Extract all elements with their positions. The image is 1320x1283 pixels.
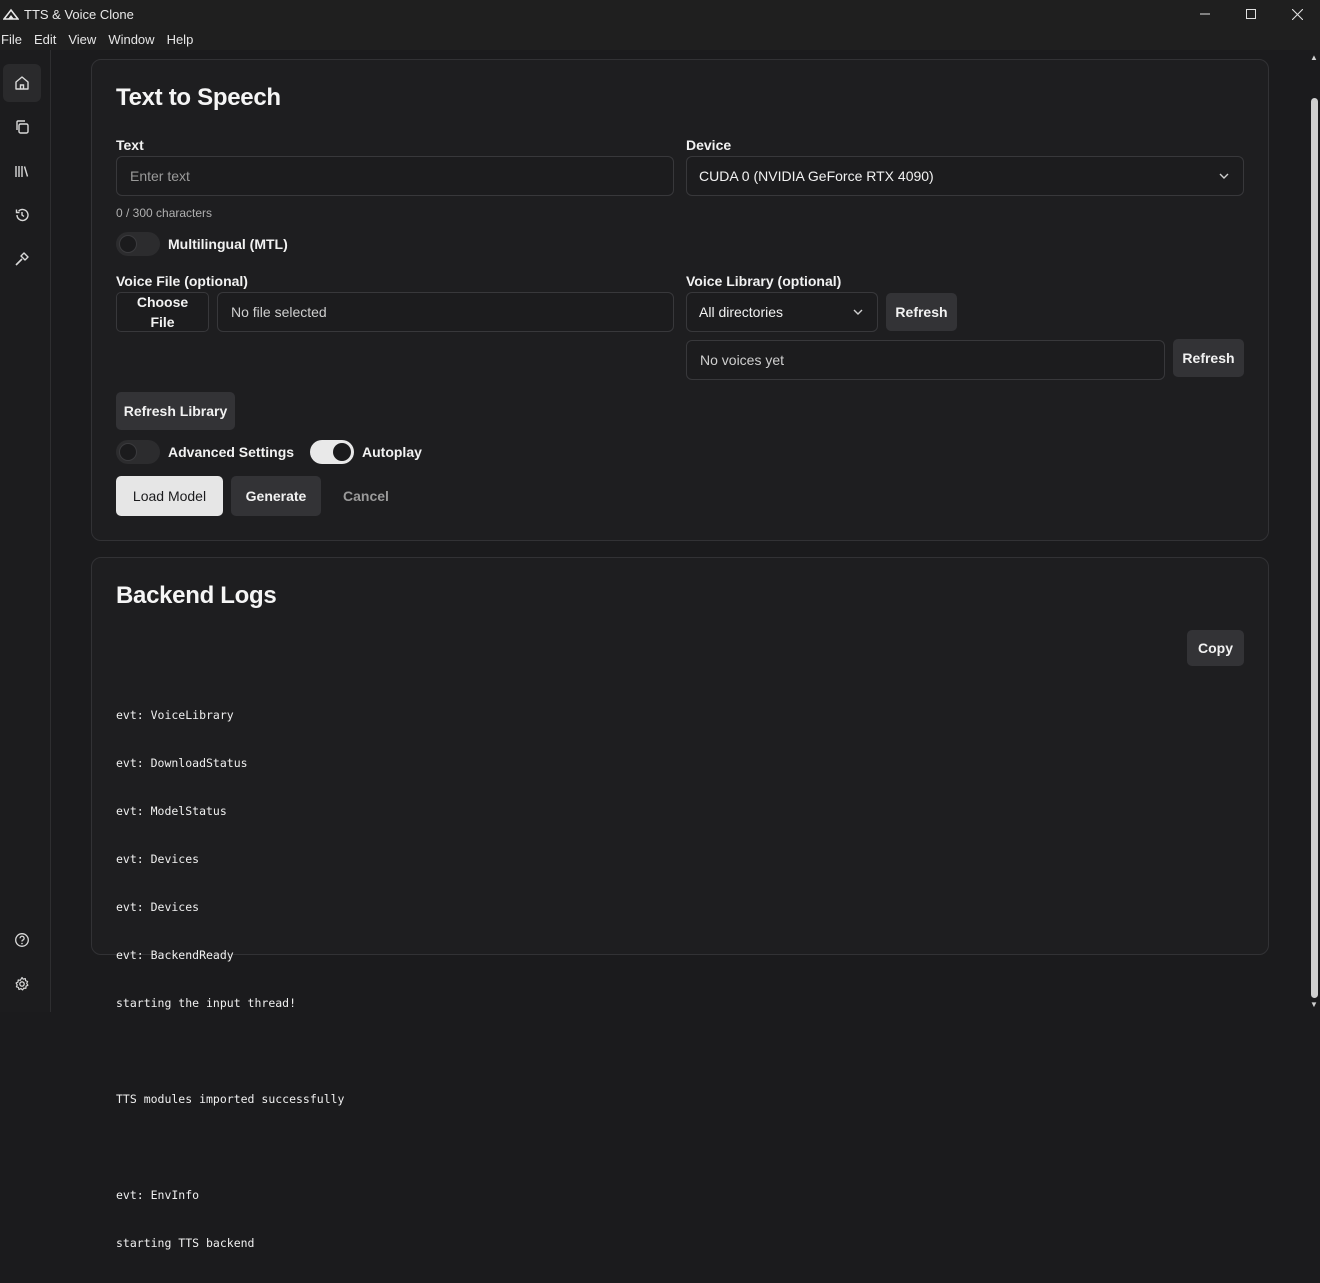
load-model-button[interactable]: Load Model <box>116 476 223 516</box>
scrollbar[interactable]: ▲ ▼ <box>1309 50 1320 1012</box>
multilingual-label: Multilingual (MTL) <box>168 236 288 252</box>
tts-title: Text to Speech <box>116 84 281 112</box>
tts-card: Text to Speech Text Enter text 0 / 300 c… <box>91 59 1269 541</box>
minimize-button[interactable] <box>1182 0 1228 28</box>
device-select[interactable]: CUDA 0 (NVIDIA GeForce RTX 4090) <box>686 156 1244 196</box>
maximize-button[interactable] <box>1228 0 1274 28</box>
scroll-down-icon[interactable]: ▼ <box>1310 1000 1318 1009</box>
menu-file[interactable]: File <box>1 32 28 47</box>
log-line: starting TTS backend <box>116 1235 344 1251</box>
directory-value: All directories <box>699 304 783 320</box>
main-content: Text to Speech Text Enter text 0 / 300 c… <box>51 50 1309 1012</box>
sidebar-history-button[interactable] <box>3 196 41 234</box>
logs-title: Backend Logs <box>116 582 276 610</box>
help-icon <box>14 932 30 948</box>
title-bar: TTS & Voice Clone <box>0 0 1320 28</box>
log-line: evt: BackendReady <box>116 947 344 963</box>
autoplay-toggle[interactable] <box>310 440 354 464</box>
history-icon <box>14 207 30 223</box>
settings-icon <box>14 976 30 992</box>
window-controls <box>1182 0 1320 28</box>
menu-help[interactable]: Help <box>167 32 200 47</box>
voices-select[interactable]: No voices yet <box>686 340 1165 380</box>
sidebar-settings-button[interactable] <box>3 965 41 1003</box>
log-line: evt: Devices <box>116 899 344 915</box>
refresh-library-button[interactable]: Refresh Library <box>116 392 235 430</box>
log-line <box>116 1043 344 1059</box>
home-icon <box>14 75 30 91</box>
menu-bar: File Edit View Window Help <box>0 28 1320 50</box>
scroll-thumb[interactable] <box>1311 98 1318 998</box>
copy-icon <box>14 119 30 135</box>
multilingual-toggle[interactable] <box>116 232 160 256</box>
choose-file-button[interactable]: Choose File <box>116 292 209 332</box>
device-value: CUDA 0 (NVIDIA GeForce RTX 4090) <box>699 168 934 184</box>
log-line: starting the input thread! <box>116 995 344 1011</box>
char-count: 0 / 300 characters <box>116 206 212 220</box>
log-line: evt: DownloadStatus <box>116 755 344 771</box>
scroll-up-icon[interactable]: ▲ <box>1310 53 1318 62</box>
sidebar <box>0 50 51 1012</box>
app-logo-icon <box>2 5 20 23</box>
log-line: evt: VoiceLibrary <box>116 707 344 723</box>
maximize-icon <box>1246 9 1256 19</box>
chevron-down-icon <box>1217 169 1231 183</box>
advanced-settings-toggle[interactable] <box>116 440 160 464</box>
text-label: Text <box>116 137 144 153</box>
library-icon <box>14 163 30 179</box>
generate-button[interactable]: Generate <box>231 476 321 516</box>
menu-view[interactable]: View <box>68 32 102 47</box>
log-line <box>116 1139 344 1155</box>
close-button[interactable] <box>1274 0 1320 28</box>
sidebar-help-button[interactable] <box>3 921 41 959</box>
minimize-icon <box>1200 9 1210 19</box>
sidebar-library-button[interactable] <box>3 152 41 190</box>
chevron-down-icon <box>851 305 865 319</box>
logs-card: Backend Logs Copy evt: VoiceLibrary evt:… <box>91 557 1269 955</box>
log-line: evt: Devices <box>116 851 344 867</box>
close-icon <box>1292 9 1303 20</box>
window-title: TTS & Voice Clone <box>24 7 134 22</box>
log-line: evt: ModelStatus <box>116 803 344 819</box>
refresh-directories-button[interactable]: Refresh <box>886 293 957 331</box>
menu-window[interactable]: Window <box>108 32 160 47</box>
log-output: evt: VoiceLibrary evt: DownloadStatus ev… <box>116 675 344 1283</box>
advanced-settings-label: Advanced Settings <box>168 444 294 460</box>
log-line: evt: EnvInfo <box>116 1187 344 1203</box>
voice-library-label: Voice Library (optional) <box>686 273 841 289</box>
cancel-button[interactable]: Cancel <box>329 476 403 516</box>
build-icon <box>14 251 30 267</box>
autoplay-label: Autoplay <box>362 444 422 460</box>
device-label: Device <box>686 137 731 153</box>
sidebar-copy-button[interactable] <box>3 108 41 146</box>
sidebar-build-button[interactable] <box>3 240 41 278</box>
voice-file-label: Voice File (optional) <box>116 273 248 289</box>
copy-logs-button[interactable]: Copy <box>1187 630 1244 666</box>
refresh-voices-button[interactable]: Refresh <box>1173 339 1244 377</box>
menu-edit[interactable]: Edit <box>34 32 62 47</box>
sidebar-home-button[interactable] <box>3 64 41 102</box>
text-input[interactable]: Enter text <box>116 156 674 196</box>
directory-select[interactable]: All directories <box>686 292 878 332</box>
log-line: TTS modules imported successfully <box>116 1091 344 1107</box>
file-name-field: No file selected <box>217 292 674 332</box>
